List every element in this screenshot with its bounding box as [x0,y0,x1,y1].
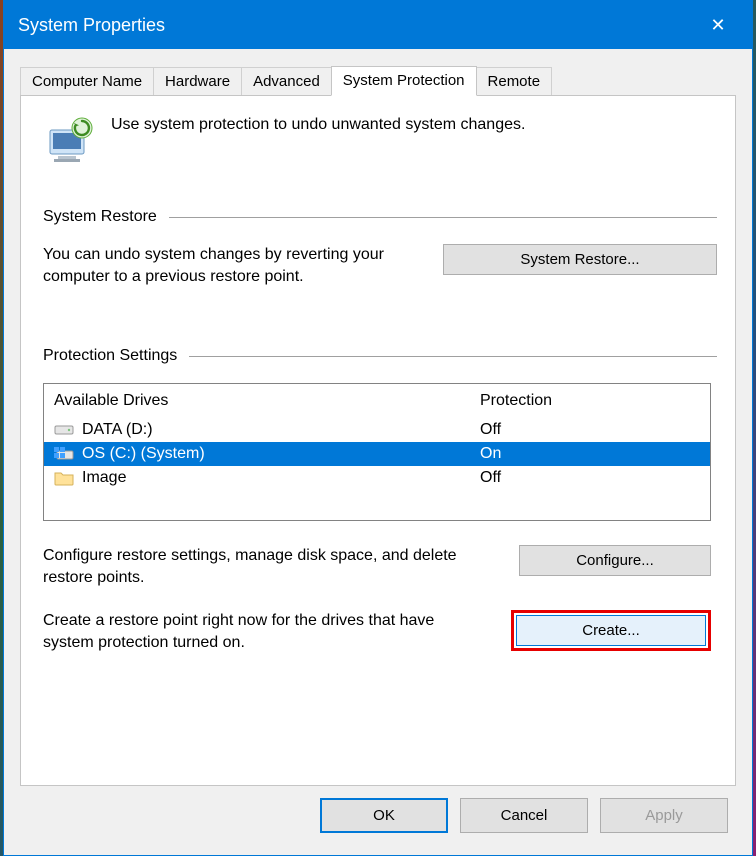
system-restore-desc: You can undo system changes by reverting… [43,244,423,287]
system-protection-icon [43,114,97,168]
col-header-drives: Available Drives [54,392,480,410]
drive-protection: Off [480,421,700,439]
col-header-protection: Protection [480,392,700,410]
apply-button[interactable]: Apply [600,798,728,833]
system-restore-row: You can undo system changes by reverting… [43,244,717,287]
drive-name: OS (C:) (System) [82,445,205,463]
create-desc: Create a restore point right now for the… [43,610,463,653]
ok-button[interactable]: OK [320,798,448,833]
create-highlight: Create... [511,610,711,651]
tab-hardware[interactable]: Hardware [153,67,242,96]
tabpage-system-protection: Use system protection to undo unwanted s… [20,95,736,786]
cancel-button[interactable]: Cancel [460,798,588,833]
folder-icon [54,470,74,486]
drive-protection: Off [480,469,700,487]
section-label: Protection Settings [43,347,177,365]
drive-protection: On [480,445,700,463]
drives-table: Available Drives Protection DATA (D:) Of… [43,383,711,521]
disk-icon [54,422,74,438]
drives-header: Available Drives Protection [44,384,710,418]
client-area: Computer Name Hardware Advanced System P… [4,49,752,855]
tab-computer-name[interactable]: Computer Name [20,67,154,96]
tabstrip: Computer Name Hardware Advanced System P… [20,65,736,95]
drive-name: Image [82,469,126,487]
tab-remote[interactable]: Remote [476,67,553,96]
system-restore-button[interactable]: System Restore... [443,244,717,275]
tab-system-protection[interactable]: System Protection [331,66,477,96]
system-properties-window: System Properties ✕ Computer Name Hardwa… [3,0,753,856]
create-row: Create a restore point right now for the… [43,610,711,653]
drive-row-image[interactable]: Image Off [44,466,710,490]
drives-body: DATA (D:) Off OS (C:) (System) On [44,418,710,520]
window-title: System Properties [18,15,165,36]
section-header-system-restore: System Restore [43,208,717,226]
configure-button[interactable]: Configure... [519,545,711,576]
configure-desc: Configure restore settings, manage disk … [43,545,463,588]
drive-row-data[interactable]: DATA (D:) Off [44,418,710,442]
divider [189,356,717,357]
divider [169,217,717,218]
close-icon[interactable]: ✕ [698,15,738,36]
titlebar[interactable]: System Properties ✕ [4,1,752,49]
intro-text: Use system protection to undo unwanted s… [111,114,525,134]
intro-row: Use system protection to undo unwanted s… [43,114,717,168]
dialog-footer: OK Cancel Apply [20,786,736,845]
drive-name: DATA (D:) [82,421,153,439]
configure-row: Configure restore settings, manage disk … [43,545,711,588]
tab-advanced[interactable]: Advanced [241,67,332,96]
drive-row-os[interactable]: OS (C:) (System) On [44,442,710,466]
section-header-protection-settings: Protection Settings [43,347,717,365]
section-label: System Restore [43,208,157,226]
create-button[interactable]: Create... [516,615,706,646]
windows-disk-icon [54,446,74,462]
